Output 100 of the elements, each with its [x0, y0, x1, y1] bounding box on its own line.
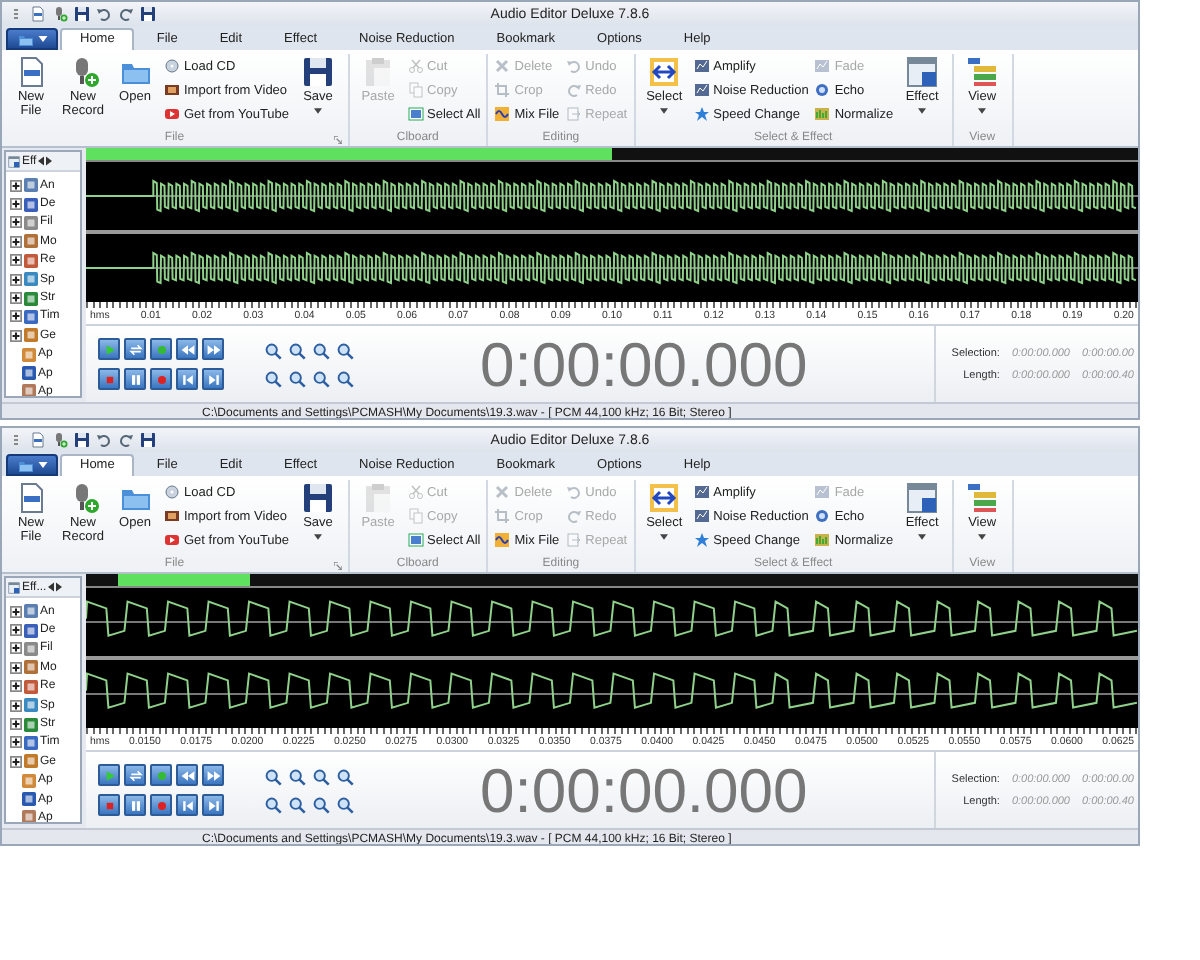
tile-icon: [24, 215, 38, 230]
dot-button[interactable]: [150, 764, 172, 786]
zoom-icon[interactable]: [336, 795, 354, 813]
stop-icon: [101, 371, 117, 387]
loop-icon: [127, 341, 143, 357]
tile-icon: [24, 660, 38, 675]
tile-icon: [24, 291, 38, 306]
zoom-icon[interactable]: [312, 341, 330, 359]
arrow-right-icon[interactable]: [56, 582, 63, 592]
rewind-button[interactable]: [176, 338, 198, 360]
skip-back-button[interactable]: [176, 368, 198, 390]
zoom-icon[interactable]: [264, 369, 282, 387]
zoom-icon[interactable]: [336, 369, 354, 387]
pause-button[interactable]: [124, 794, 146, 816]
document-icon[interactable]: [30, 432, 46, 448]
expand-icon[interactable]: [10, 755, 22, 768]
loop-button[interactable]: [124, 338, 146, 360]
app-menu-button[interactable]: [6, 28, 58, 50]
expand-icon[interactable]: [10, 198, 22, 211]
expand-icon[interactable]: [10, 216, 22, 229]
app-menu-button[interactable]: [6, 454, 58, 476]
microphone-icon[interactable]: [52, 432, 68, 448]
rewind-button[interactable]: [176, 764, 198, 786]
zoom-icon[interactable]: [288, 795, 306, 813]
expand-icon[interactable]: [10, 235, 22, 248]
zoom-icon[interactable]: [288, 341, 306, 359]
record-button[interactable]: [150, 368, 172, 390]
expand-icon[interactable]: [10, 329, 22, 342]
overview-scrollbar[interactable]: [86, 148, 1138, 162]
expand-icon[interactable]: [10, 292, 22, 305]
expand-icon[interactable]: [10, 718, 22, 731]
tile-icon: [22, 366, 36, 381]
skip-forward-button[interactable]: [202, 794, 224, 816]
expand-icon[interactable]: [10, 736, 22, 749]
play-button[interactable]: [98, 764, 120, 786]
stop-button[interactable]: [98, 368, 120, 390]
arrow-left-icon[interactable]: [38, 156, 45, 166]
zoom-icon[interactable]: [312, 369, 330, 387]
launcher-icon[interactable]: [333, 562, 342, 570]
undo-icon: [565, 484, 582, 500]
tile-icon: [24, 197, 38, 212]
scissors-icon: [407, 58, 424, 74]
repeat-icon: [565, 106, 582, 122]
redo-icon[interactable]: [118, 432, 134, 448]
record-button[interactable]: [150, 794, 172, 816]
waves-icon: [494, 532, 511, 548]
expand-icon[interactable]: [10, 624, 22, 637]
expand-icon[interactable]: [10, 605, 22, 618]
zoom-icon[interactable]: [288, 767, 306, 785]
stop-button[interactable]: [98, 794, 120, 816]
expand-icon[interactable]: [10, 680, 22, 693]
expand-icon[interactable]: [10, 273, 22, 286]
skip-forward-button[interactable]: [202, 368, 224, 390]
launcher-icon[interactable]: [333, 136, 342, 144]
dropdown-arrow-icon: [918, 108, 927, 114]
zoom-icon[interactable]: [264, 341, 282, 359]
zoom-icon[interactable]: [288, 369, 306, 387]
overview-scrollbar[interactable]: [86, 574, 1138, 588]
tile-icon: [24, 754, 38, 769]
select-all-icon: [407, 106, 424, 122]
chart-icon: [693, 82, 710, 98]
undo-icon[interactable]: [96, 432, 112, 448]
crop-icon: [494, 82, 511, 98]
arrow-left-icon[interactable]: [48, 582, 55, 592]
folder-icon: [17, 31, 33, 47]
expand-icon[interactable]: [10, 310, 22, 323]
fast-forward-button[interactable]: [202, 764, 224, 786]
zoom-icon[interactable]: [312, 767, 330, 785]
caret-icon: [37, 462, 47, 468]
disc-icon: [164, 58, 180, 74]
dot-button[interactable]: [150, 338, 172, 360]
zoom-icon[interactable]: [312, 795, 330, 813]
expand-icon[interactable]: [10, 642, 22, 655]
tile-icon: [24, 604, 38, 619]
undo-icon[interactable]: [96, 6, 112, 22]
waves-icon: [494, 106, 511, 122]
arrow-right-icon[interactable]: [46, 156, 53, 166]
expand-icon[interactable]: [10, 661, 22, 674]
microphone-icon[interactable]: [52, 6, 68, 22]
skip-back-button[interactable]: [176, 794, 198, 816]
tile-icon: [24, 328, 38, 343]
tile-icon: [22, 773, 36, 788]
expand-icon[interactable]: [10, 179, 22, 192]
zoom-icon[interactable]: [336, 341, 354, 359]
skip-forward-icon: [205, 797, 221, 813]
zoom-icon[interactable]: [336, 767, 354, 785]
scroll-thumb[interactable]: [86, 148, 612, 160]
play-button[interactable]: [98, 338, 120, 360]
rewind-icon: [179, 767, 195, 783]
zoom-icon[interactable]: [264, 795, 282, 813]
document-icon[interactable]: [30, 6, 46, 22]
expand-icon[interactable]: [10, 699, 22, 712]
scroll-thumb[interactable]: [117, 574, 250, 586]
redo-icon[interactable]: [118, 6, 134, 22]
zoom-icon[interactable]: [264, 767, 282, 785]
expand-icon[interactable]: [10, 254, 22, 267]
loop-button[interactable]: [124, 764, 146, 786]
tile-icon: [24, 272, 38, 287]
pause-button[interactable]: [124, 368, 146, 390]
fast-forward-button[interactable]: [202, 338, 224, 360]
